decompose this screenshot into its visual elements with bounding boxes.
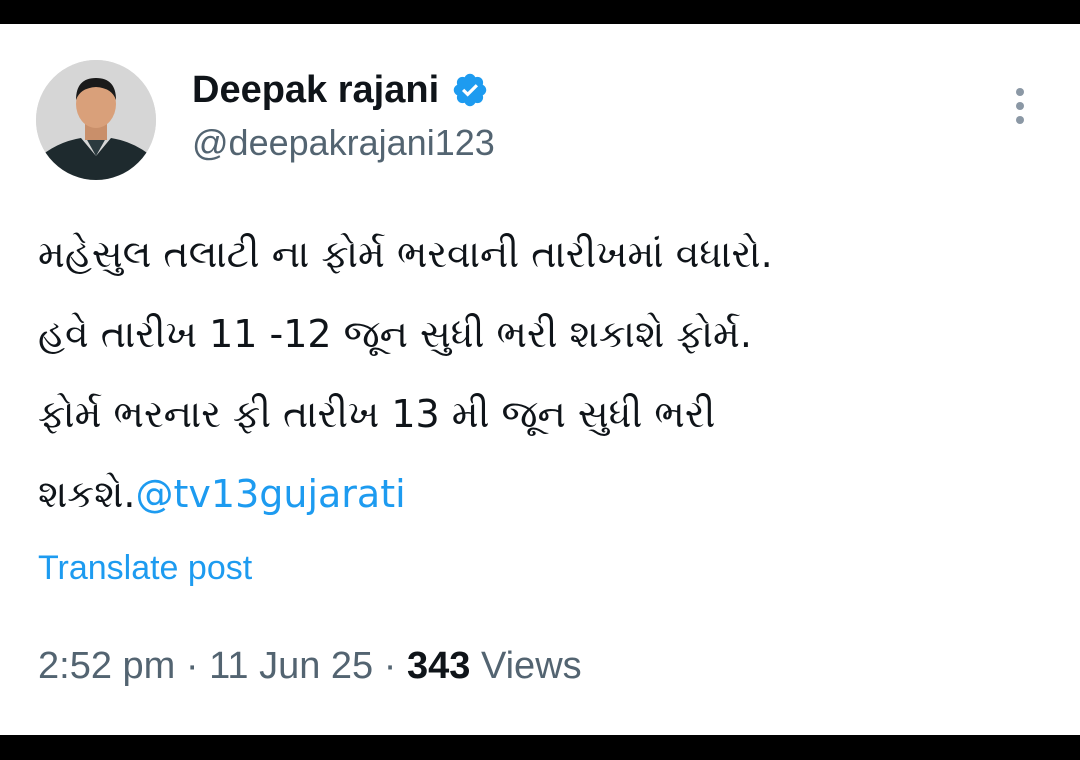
avatar[interactable] [36,60,156,180]
separator-dot: · [185,645,199,687]
more-options-icon[interactable] [1004,84,1036,132]
tweet-text-line: હવે તારીખ 11 -12 જૂન સુધી ભરી શકાશે ફોર્… [38,312,752,356]
translate-post-link[interactable]: Translate post [38,546,252,590]
tweet-text-line-last: શકશે.@tv13gujarati [38,454,1038,534]
tweet-card: Deepak rajani @deepakrajani123 મહેસુલ તલ… [0,24,1080,735]
tweet-text-line: મહેસુલ તલાટી ના ફોર્મ ભરવાની તારીખમાં વધ… [38,232,773,276]
views-label[interactable]: Views [481,645,582,687]
tweet-text: મહેસુલ તલાટી ના ફોર્મ ભરવાની તારીખમાં વધ… [38,214,1038,534]
views-count[interactable]: 343 [407,645,470,687]
mention-link[interactable]: @tv13gujarati [136,472,406,516]
author-display-name[interactable]: Deepak rajani [192,66,439,114]
author-name-row[interactable]: Deepak rajani [192,66,489,114]
separator-dot: · [383,645,397,687]
post-time[interactable]: 2:52 pm [38,645,175,687]
tweet-text-line: ફોર્મ ભરનાર ફી તારીખ 13 મી જૂન સુધી ભરી [38,392,716,436]
profile-photo [36,60,156,180]
author-handle[interactable]: @deepakrajani123 [192,120,495,166]
post-date[interactable]: 11 Jun 25 [209,645,373,687]
verified-badge-icon[interactable] [451,71,489,109]
post-metadata: 2:52 pm · 11 Jun 25 · 343 Views [38,642,582,690]
tweet-text-end: શકશે. [38,472,136,516]
